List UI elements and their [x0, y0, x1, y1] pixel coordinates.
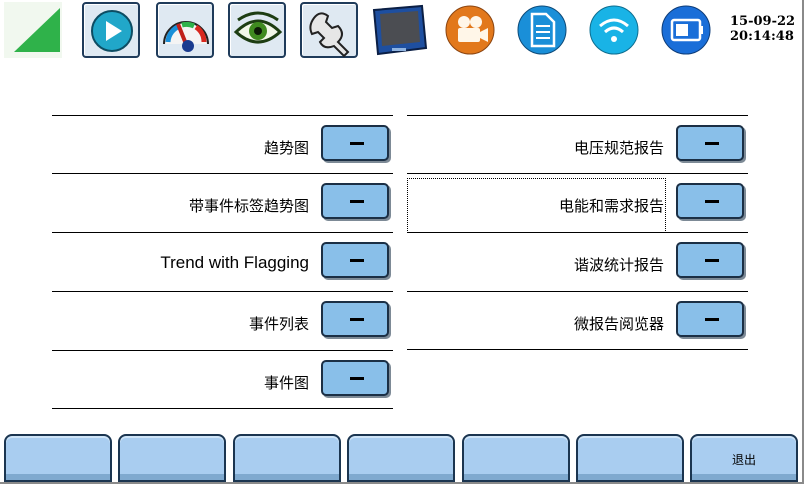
exit-button[interactable]: 退出 [690, 434, 798, 482]
select-button[interactable] [676, 183, 744, 219]
select-button[interactable] [321, 183, 389, 219]
function-key-5[interactable] [462, 434, 570, 482]
gauge-meter-icon[interactable] [156, 2, 214, 58]
exit-button-label: 退出 [731, 453, 756, 467]
video-camera-icon[interactable] [442, 2, 500, 58]
select-button[interactable] [676, 125, 744, 161]
clock-date: 15-09-22 [730, 14, 796, 29]
list-item-label: 事件图 [263, 374, 309, 392]
dash-icon [350, 142, 364, 145]
clock-time: 20:14:48 [730, 29, 794, 44]
dash-icon [705, 318, 719, 321]
function-key-1[interactable] [4, 434, 112, 482]
eye-icon[interactable] [228, 2, 286, 58]
select-button[interactable] [321, 360, 389, 396]
top-toolbar: 15-09-22 20:14:48 [0, 0, 804, 60]
clock: 15-09-22 20:14:48 [730, 14, 802, 44]
list-item: 趋势图 [52, 115, 393, 173]
play-screen-icon[interactable] [82, 2, 140, 58]
list-item-label: 趋势图 [263, 139, 309, 157]
function-key-3[interactable] [233, 434, 341, 482]
function-key-6[interactable] [576, 434, 684, 482]
monitor-screen-icon[interactable] [370, 2, 428, 58]
dash-icon [705, 200, 719, 203]
list-item-focused: 电能和需求报告 [407, 173, 748, 233]
dash-icon [705, 259, 719, 262]
list-item-label: 带事件标签趋势图 [188, 197, 309, 215]
function-key-2[interactable] [118, 434, 226, 482]
list-item: 微报告阅览器 [407, 291, 748, 349]
battery-screen-icon[interactable] [658, 2, 716, 58]
wifi-icon[interactable] [586, 2, 644, 58]
list-item-label: 事件列表 [248, 315, 309, 333]
corner-triangle-icon[interactable] [4, 2, 62, 58]
dash-icon [705, 142, 719, 145]
list-item-label: 电能和需求报告 [558, 197, 664, 215]
list-item: Trend with Flagging [52, 232, 393, 290]
select-button[interactable] [321, 125, 389, 161]
select-button[interactable] [676, 301, 744, 337]
document-icon[interactable] [514, 2, 572, 58]
list-item: 谐波统计报告 [407, 232, 748, 290]
dash-icon [350, 259, 364, 262]
list-item-label: 谐波统计报告 [573, 256, 664, 274]
select-button[interactable] [321, 301, 389, 337]
list-item-label: Trend with Flagging [160, 253, 309, 272]
list-item-label: 微报告阅览器 [573, 315, 664, 333]
list-item: 事件列表 [52, 291, 393, 349]
wrench-icon[interactable] [300, 2, 358, 58]
list-item-label: 电压规范报告 [573, 139, 664, 157]
list-item: 带事件标签趋势图 [52, 173, 393, 231]
list-item: 事件图 [52, 350, 393, 408]
list-item: 电压规范报告 [407, 115, 748, 173]
select-button[interactable] [321, 242, 389, 278]
function-key-4[interactable] [347, 434, 455, 482]
list-divider [52, 408, 393, 409]
dash-icon [350, 200, 364, 203]
dash-icon [350, 377, 364, 380]
dash-icon [350, 318, 364, 321]
select-button[interactable] [676, 242, 744, 278]
list-divider [407, 349, 748, 350]
